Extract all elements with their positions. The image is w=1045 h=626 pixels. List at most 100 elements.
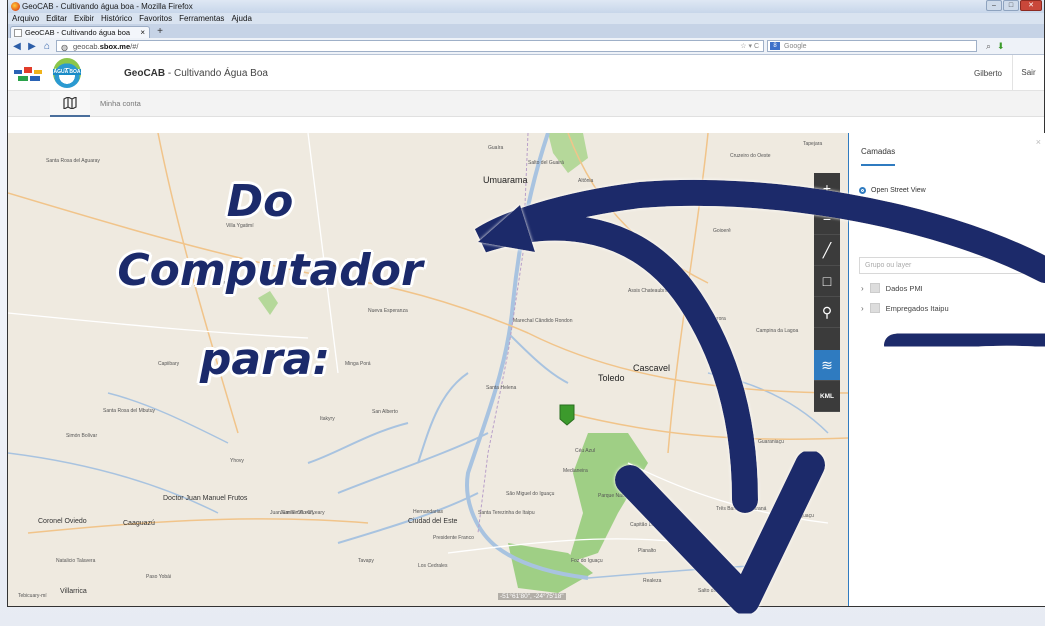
map-place-label: Assis Chateaubriand [628, 288, 675, 294]
map-place-label: Coronel Oviedo [38, 518, 87, 525]
map-place-label: Cruzeiro do Oeste [730, 153, 771, 159]
menu-item[interactable]: Ajuda [231, 13, 251, 24]
map-place-label: Minga Porá [345, 361, 371, 367]
window-title: GeoCAB - Cultivando água boa - Mozilla F… [22, 2, 193, 11]
layers-icon[interactable]: ≋ [814, 350, 840, 381]
navigation-bar: ◀ ▶ ⌂ ◍ geocab.sbox.me/#/ ☆ ▾ C 8 Google… [8, 38, 1044, 55]
base-layer-osm[interactable]: Open Street View [859, 187, 926, 194]
map-place-label: Salto del Guairá [528, 160, 564, 166]
download-icon[interactable]: ⬇ [997, 41, 1005, 52]
map-place-label: Tapejara [803, 141, 823, 147]
map-place-label: Yhovy [230, 458, 244, 464]
map-place-label: Realeza [643, 578, 662, 584]
user-name[interactable]: Gilberto [974, 69, 1002, 78]
agua-boa-logo: ÁGUA BOA [53, 58, 81, 88]
home-icon[interactable]: ⌂ [41, 41, 53, 52]
window-titlebar: GeoCAB - Cultivando água boa - Mozilla F… [8, 0, 1044, 13]
map-place-label: Toledo [598, 373, 625, 383]
forward-icon[interactable]: ▶ [26, 41, 38, 52]
map-place-label: Nueva Esperanza [368, 308, 408, 314]
menu-item[interactable]: Favoritos [139, 13, 172, 24]
map-place-label: Simón Bolívar [66, 433, 98, 439]
url-bar[interactable]: ◍ geocab.sbox.me/#/ ☆ ▾ C [56, 40, 764, 52]
search-placeholder: Google [784, 43, 807, 50]
map-place-label: Los Cedrales [418, 563, 448, 569]
minimize-button[interactable]: – [986, 0, 1002, 11]
new-tab-button[interactable]: + [153, 27, 167, 38]
chevron-right-icon[interactable]: › [861, 304, 864, 313]
url-suffix: /#/ [130, 42, 139, 51]
coordinate-readout: -51°61'80", -24°75'18" [498, 593, 566, 600]
map-place-label: Capitão Leônidas Marques [630, 522, 690, 528]
search-icon[interactable]: ⌕ [986, 41, 991, 52]
menu-item[interactable]: Editar [46, 13, 67, 24]
map-place-label: Cascavel [633, 363, 671, 373]
map-place-label: Villarrica [60, 588, 87, 595]
map-toolbar: + − ╱ □ ⚲ ≋ KML [814, 173, 840, 412]
app-subnav: Minha conta [8, 91, 1044, 117]
map-place-label: Nova Aurora [698, 316, 726, 322]
map-tab[interactable] [50, 91, 90, 117]
tab-bar: GeoCAB - Cultivando água boa × + [8, 24, 1044, 38]
url-prefix: geocab. [73, 42, 100, 51]
app-subtitle: - Cultivando Água Boa [165, 68, 268, 79]
map-place-label: Três Barras do Paraná [716, 506, 767, 512]
base-layer-google[interactable]: Google Maps [859, 207, 913, 214]
maximize-button[interactable]: □ [1003, 0, 1019, 11]
map-place-label: Quedas do Iguaçu [773, 513, 814, 519]
map-place-label: Goioerê [713, 228, 731, 234]
map-place-label: Tavapy [358, 558, 374, 564]
map-place-label: Santa Rosa del Aguaray [46, 158, 100, 164]
map-canvas[interactable]: Umuarama Toledo Cascavel Ciudad del Este Doc… [8, 133, 848, 606]
map-place-label: Guaraniaçu [758, 439, 784, 445]
page-favicon [14, 29, 22, 37]
slide-background: GeoCAB - Cultivando água boa - Mozilla F… [0, 0, 1045, 626]
map-place-label: Presidente Franco [433, 535, 474, 541]
close-window-button[interactable]: ✕ [1020, 0, 1042, 11]
menu-item[interactable]: Histórico [101, 13, 132, 24]
map-basemap [8, 133, 848, 593]
draw-polygon-icon[interactable]: □ [814, 266, 840, 297]
kml-button[interactable]: KML [814, 381, 840, 412]
map-place-label: Umuarama [483, 175, 528, 185]
browser-window: GeoCAB - Cultivando água boa - Mozilla F… [8, 0, 1045, 606]
layer-search-input[interactable]: Grupo ou layer [859, 257, 1045, 274]
back-icon[interactable]: ◀ [11, 41, 23, 52]
globe-icon: ◍ [61, 43, 68, 52]
panel-close-icon[interactable]: × [1036, 137, 1041, 147]
app-brand: GeoCAB [124, 68, 166, 79]
zoom-out-button[interactable]: − [814, 204, 840, 235]
menu-item[interactable]: Exibir [74, 13, 94, 24]
zoom-in-button[interactable]: + [814, 173, 840, 204]
marker-icon[interactable]: ⚲ [814, 297, 840, 328]
map-place-label: Ciudad del Este [408, 518, 458, 525]
panel-title: Camadas [861, 147, 896, 166]
layer-checkbox[interactable] [869, 283, 880, 293]
chevron-right-icon[interactable]: › [861, 284, 864, 293]
map-place-label: Altônia [578, 178, 594, 184]
map-place-label: Campina da Lagoa [756, 328, 799, 334]
layer-checkbox[interactable] [869, 303, 880, 313]
layer-item[interactable]: › Dados PMI [861, 283, 923, 293]
map-place-label: Juan Emilio O'Leary [280, 510, 325, 516]
layer-label: Empregados Itaipu [885, 303, 949, 313]
firefox-icon [11, 2, 20, 11]
my-account-link[interactable]: Minha conta [100, 99, 141, 108]
browser-tab[interactable]: GeoCAB - Cultivando água boa × [10, 26, 150, 38]
map-place-label: Salto do Lontra [698, 588, 732, 594]
bookmark-star-icon[interactable]: ☆ ▾ C [740, 41, 759, 52]
layer-item[interactable]: › Empregados Itaipu [861, 303, 949, 313]
menu-item[interactable]: Arquivo [12, 13, 39, 24]
map-place-label: San Alberto [372, 409, 398, 415]
search-bar[interactable]: 8 Google [767, 40, 977, 52]
logout-button[interactable]: Sair [1012, 55, 1044, 91]
base-layer-label: Open Street View [871, 187, 926, 194]
map-place-label: Guaíra [488, 145, 504, 151]
map-place-label: Parque Nacional do Iguaçu [598, 493, 659, 499]
draw-line-icon[interactable]: ╱ [814, 235, 840, 266]
map-area: Umuarama Toledo Cascavel Ciudad del Este Doc… [8, 133, 1045, 606]
close-tab-icon[interactable]: × [140, 27, 145, 38]
menu-item[interactable]: Ferramentas [179, 13, 224, 24]
map-place-label: Curuguaty [220, 280, 244, 286]
map-place-label: Caaguazú [123, 520, 155, 527]
